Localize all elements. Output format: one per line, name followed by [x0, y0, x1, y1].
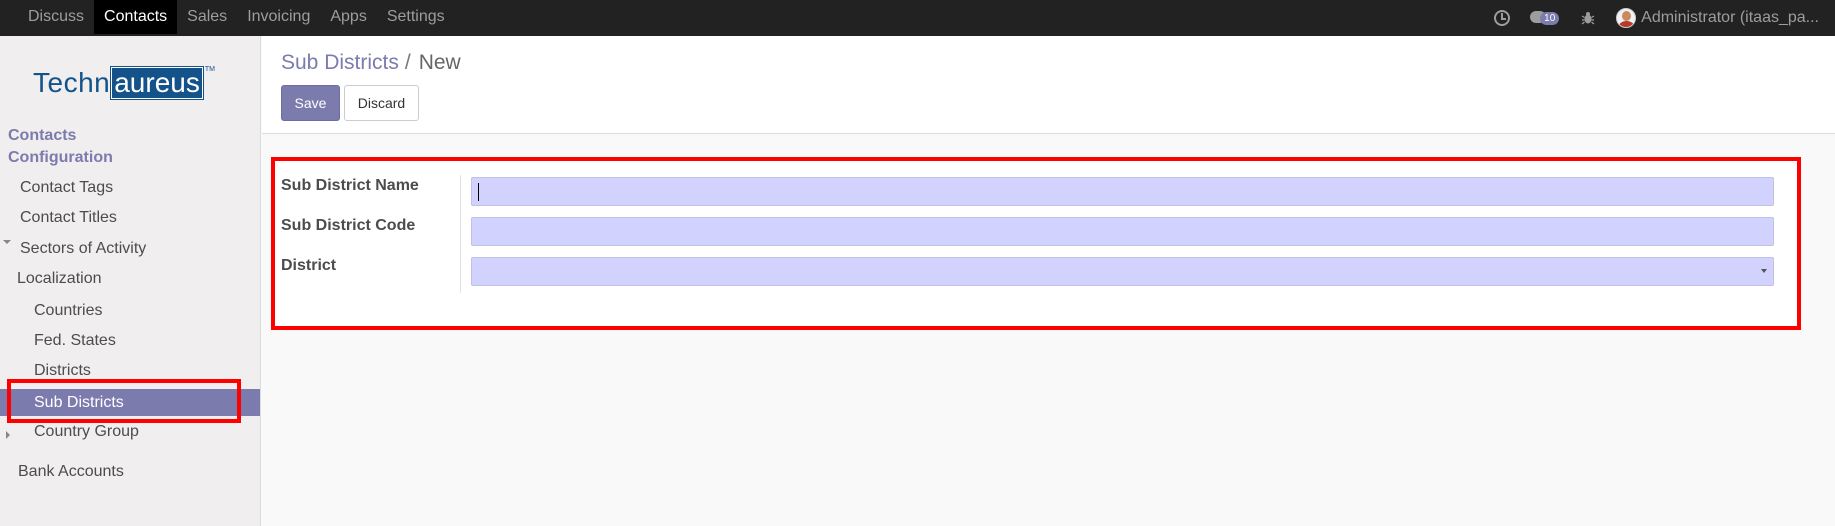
menu-sales[interactable]: Sales [177, 0, 237, 34]
sidebar-item-districts[interactable]: Districts [34, 362, 91, 380]
menu-settings[interactable]: Settings [377, 0, 455, 34]
logo-text-right: aureus [110, 66, 204, 100]
sub-district-code-label: Sub District Code [281, 217, 416, 234]
sidebar-item-contact-titles[interactable]: Contact Titles [20, 209, 117, 227]
text-cursor [478, 183, 479, 201]
breadcrumb-separator: / [404, 51, 411, 74]
section-configuration[interactable]: Configuration [8, 149, 113, 167]
main-menu: Discuss Contacts Sales Invoicing Apps Se… [18, 0, 455, 36]
menu-discuss[interactable]: Discuss [18, 0, 94, 34]
sidebar-item-contact-tags[interactable]: Contact Tags [20, 179, 113, 197]
sidebar-item-country-group[interactable]: Country Group [34, 423, 139, 441]
user-name: Administrator (itaas_pa... [1641, 9, 1819, 26]
district-label: District [281, 257, 337, 274]
menu-invoicing[interactable]: Invoicing [237, 0, 320, 34]
top-navbar: Discuss Contacts Sales Invoicing Apps Se… [0, 0, 1835, 36]
messaging-icon[interactable]: 10 [1530, 9, 1560, 27]
dropdown-caret-icon[interactable] [1761, 269, 1767, 273]
sub-district-name-label: Sub District Name [281, 177, 419, 194]
sub-district-code-input[interactable] [471, 217, 1774, 246]
sub-district-name-input[interactable] [471, 177, 1774, 206]
company-logo: Techn aureus TM [33, 66, 215, 100]
logo-trademark: TM [204, 66, 215, 73]
breadcrumb: Sub Districts / New [281, 51, 461, 75]
sidebar-item-localization[interactable]: Localization [17, 270, 102, 288]
user-menu[interactable]: Administrator (itaas_pa... [1616, 8, 1835, 28]
save-button[interactable]: Save [281, 85, 340, 121]
breadcrumb-sub-districts[interactable]: Sub Districts [281, 51, 399, 75]
sidebar-item-fed-states[interactable]: Fed. States [34, 332, 116, 350]
debug-bug-icon[interactable] [1580, 10, 1596, 26]
control-panel: Sub Districts / New Save Discard [262, 36, 1835, 134]
caret-down-icon[interactable] [3, 240, 11, 244]
sidebar-item-sub-districts-label: Sub Districts [34, 394, 124, 411]
section-contacts[interactable]: Contacts [8, 127, 76, 145]
systray: 10 Administrator (itaas_pa... [1494, 0, 1835, 36]
menu-contacts[interactable]: Contacts [94, 0, 178, 34]
menu-apps[interactable]: Apps [320, 0, 376, 34]
logo-text-left: Techn [33, 67, 111, 98]
sidebar-item-bank-accounts[interactable]: Bank Accounts [18, 463, 124, 481]
activity-clock-icon[interactable] [1494, 10, 1511, 26]
caret-right-icon[interactable] [6, 431, 10, 439]
discard-button[interactable]: Discard [344, 85, 419, 121]
avatar [1616, 8, 1637, 28]
message-count-badge: 10 [1540, 12, 1560, 25]
sidebar-item-sectors[interactable]: Sectors of Activity [20, 240, 146, 258]
district-select[interactable] [471, 257, 1774, 286]
form-divider [460, 175, 461, 293]
sidebar-item-sub-districts[interactable]: Sub Districts [0, 389, 260, 416]
sidebar-item-countries[interactable]: Countries [34, 302, 102, 320]
breadcrumb-current: New [418, 51, 461, 74]
